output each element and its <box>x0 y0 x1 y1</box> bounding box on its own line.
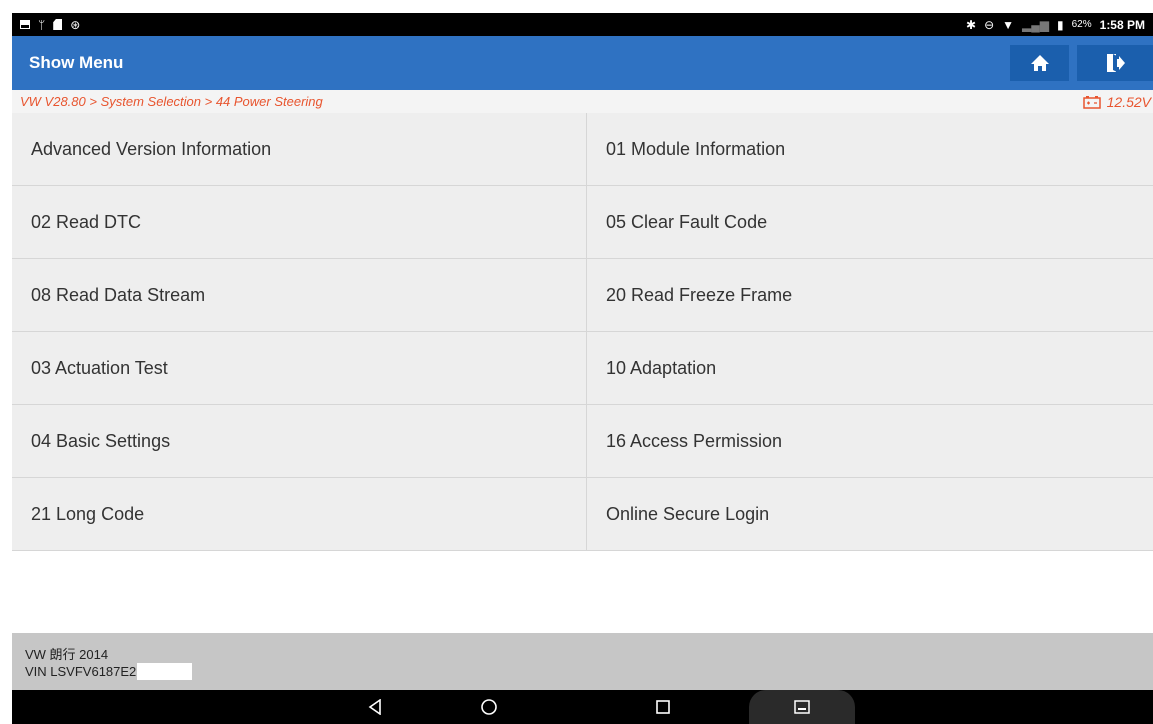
function-menu: Advanced Version Information 01 Module I… <box>12 113 1153 551</box>
android-nav-bar <box>12 690 1153 724</box>
menu-item-advanced-version-information[interactable]: Advanced Version Information <box>12 113 587 186</box>
exit-button[interactable] <box>1077 45 1153 81</box>
bluetooth-icon: ✱ <box>966 17 977 32</box>
home-icon <box>1030 55 1049 71</box>
menu-item-actuation-test[interactable]: 03 Actuation Test <box>12 332 587 405</box>
voltage-value: 12.52V <box>1106 93 1151 110</box>
vin-number: VIN LSVFV6187E2 <box>25 663 137 679</box>
nav-home-button[interactable] <box>474 690 504 724</box>
menu-item-access-permission[interactable]: 16 Access Permission <box>587 405 1153 478</box>
sdcard-icon <box>53 19 63 30</box>
dnd-icon: ⊖ <box>984 17 995 32</box>
battery-status-icon: ▮ <box>1057 17 1064 32</box>
home-circle-icon <box>481 699 497 715</box>
exit-icon <box>1107 54 1125 72</box>
menu-item-read-freeze-frame[interactable]: 20 Read Freeze Frame <box>587 259 1153 332</box>
wifi-icon: ▼ <box>1002 17 1015 32</box>
back-triangle-icon <box>368 699 381 715</box>
nav-recent-button[interactable] <box>648 690 678 724</box>
app-header: Show Menu <box>12 36 1153 90</box>
page-title: Show Menu <box>29 53 124 72</box>
menu-item-online-secure-login[interactable]: Online Secure Login <box>587 478 1153 551</box>
voltage-indicator: 12.52V <box>1082 93 1153 110</box>
battery-percent: 62% <box>1071 19 1092 30</box>
breadcrumb-path: VW V28.80 > System Selection > 44 Power … <box>20 94 323 109</box>
menu-item-module-information[interactable]: 01 Module Information <box>587 113 1153 186</box>
status-bar: ᛘ ⊛ ✱ ⊖ ▼ ▂▄▆ ▮ 62% 1:58 PM <box>12 13 1153 36</box>
menu-item-basic-settings[interactable]: 04 Basic Settings <box>12 405 587 478</box>
vehicle-model: VW 朗行 2014 <box>25 646 109 662</box>
vin-row: VIN LSVFV6187E2 <box>25 662 1153 680</box>
screenshot-icon <box>794 700 810 714</box>
bluetooth-circle-icon: ⊛ <box>70 17 81 32</box>
vehicle-info-footer: VW 朗行 2014 VIN LSVFV6187E2 <box>12 633 1153 690</box>
menu-item-long-code[interactable]: 21 Long Code <box>12 478 587 551</box>
nav-screenshot-button[interactable] <box>749 690 855 724</box>
menu-item-read-data-stream[interactable]: 08 Read Data Stream <box>12 259 587 332</box>
nav-back-button[interactable] <box>360 690 390 724</box>
menu-item-clear-fault-code[interactable]: 05 Clear Fault Code <box>587 186 1153 259</box>
menu-item-adaptation[interactable]: 10 Adaptation <box>587 332 1153 405</box>
breadcrumb: VW V28.80 > System Selection > 44 Power … <box>12 90 1153 113</box>
battery-icon <box>1082 95 1101 109</box>
image-notification-icon <box>20 20 30 29</box>
menu-item-read-dtc[interactable]: 02 Read DTC <box>12 186 587 259</box>
home-button[interactable] <box>1010 45 1069 81</box>
recent-square-icon <box>656 700 670 714</box>
usb-icon: ᛘ <box>38 17 46 32</box>
vin-redaction <box>137 662 193 680</box>
clock: 1:58 PM <box>1099 17 1145 32</box>
signal-icon: ▂▄▆ <box>1022 17 1050 32</box>
